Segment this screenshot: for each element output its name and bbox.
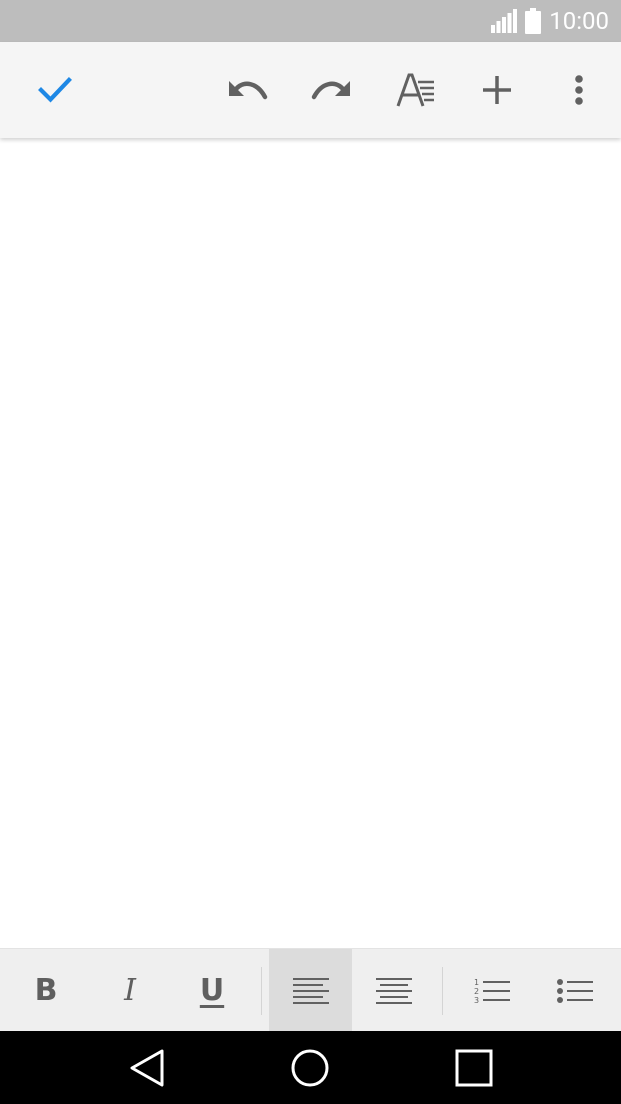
status-icons: 10:00 xyxy=(491,0,609,42)
align-center-button[interactable] xyxy=(352,949,435,1032)
redo-button[interactable] xyxy=(291,42,371,138)
top-toolbar xyxy=(0,42,621,138)
svg-text:2: 2 xyxy=(474,987,479,996)
back-button[interactable] xyxy=(97,1031,197,1104)
align-center-icon xyxy=(375,977,412,1004)
numbered-list-icon: 1 2 3 xyxy=(474,978,510,1005)
more-vert-icon xyxy=(575,75,583,105)
format-toolbar: B I U 1 2 3 xyxy=(0,948,621,1032)
status-bar: 10:00 xyxy=(0,0,621,42)
italic-label: I xyxy=(124,972,136,1008)
format-divider xyxy=(442,967,443,1015)
align-left-button[interactable] xyxy=(269,949,352,1032)
home-button[interactable] xyxy=(260,1031,360,1104)
back-icon xyxy=(130,1049,164,1086)
text-format-button[interactable] xyxy=(376,42,456,138)
recents-icon xyxy=(455,1049,493,1086)
home-icon xyxy=(291,1049,329,1086)
bold-label: B xyxy=(34,972,58,1008)
recents-button[interactable] xyxy=(424,1031,524,1104)
format-divider xyxy=(261,967,262,1015)
numbered-list-button[interactable]: 1 2 3 xyxy=(450,949,533,1032)
checkmark-icon xyxy=(38,77,72,103)
italic-button[interactable]: I xyxy=(86,949,174,1032)
bulleted-list-button[interactable] xyxy=(533,949,616,1032)
bulleted-list-icon xyxy=(556,978,593,1003)
text-format-icon xyxy=(396,73,434,107)
plus-icon xyxy=(483,76,511,104)
signal-icon xyxy=(491,9,518,33)
navigation-bar xyxy=(0,1031,621,1104)
more-options-button[interactable] xyxy=(539,42,619,138)
redo-icon xyxy=(311,81,350,100)
done-button[interactable] xyxy=(15,42,95,138)
status-time: 10:00 xyxy=(549,7,609,35)
underline-label: U xyxy=(199,972,225,1008)
underline-button[interactable]: U xyxy=(168,949,256,1032)
insert-button[interactable] xyxy=(457,42,537,138)
undo-icon xyxy=(229,81,268,100)
battery-icon xyxy=(525,8,542,34)
bold-button[interactable]: B xyxy=(0,949,92,1032)
align-left-icon xyxy=(292,977,329,1004)
undo-button[interactable] xyxy=(208,42,288,138)
svg-text:3: 3 xyxy=(474,996,479,1005)
document-editor[interactable] xyxy=(0,138,621,948)
svg-text:1: 1 xyxy=(474,978,479,987)
